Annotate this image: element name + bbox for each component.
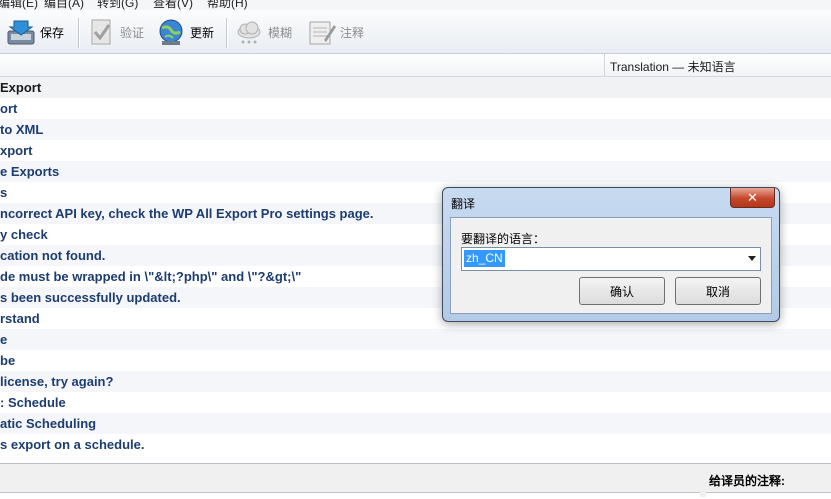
save-button[interactable]: 保存	[6, 16, 64, 48]
save-label: 保存	[40, 25, 65, 40]
translate-dialog: 翻译 ✕ 要翻译的语言： zh_CN 确认 取消	[442, 187, 780, 322]
fuzzy-button[interactable]: 模糊	[234, 16, 292, 48]
menu-bar: 编辑(E) 编目(A) 转到(G) 查看(V) 帮助(H)	[0, 0, 831, 10]
list-item[interactable]: xport	[0, 140, 831, 161]
menu-edit[interactable]: 编辑(E)	[0, 0, 38, 10]
notepad-icon	[309, 21, 336, 45]
chevron-down-icon[interactable]	[748, 256, 756, 261]
list-item[interactable]: atic Scheduling	[0, 413, 831, 434]
toolbar-separator	[226, 18, 227, 48]
dialog-title: 翻译	[451, 197, 476, 211]
menu-catalog[interactable]: 编目(A)	[44, 0, 84, 10]
validate-label: 验证	[120, 25, 145, 40]
bottom-pane: 给译员的注释:	[0, 463, 831, 499]
cloud-icon	[237, 21, 261, 44]
translation-column-header[interactable]: Translation — 未知语言	[610, 58, 736, 75]
toolbar: 保存 验证 更新 模糊 注释	[0, 10, 831, 54]
menu-goto[interactable]: 转到(G)	[97, 0, 138, 10]
update-button[interactable]: 更新	[156, 16, 214, 48]
close-icon: ✕	[747, 189, 758, 205]
language-combobox[interactable]: zh_CN	[461, 247, 761, 271]
dialog-body: 要翻译的语言： zh_CN 确认 取消	[450, 217, 772, 314]
comment-label: 注释	[340, 25, 365, 40]
list-section-header[interactable]: Export	[0, 77, 831, 98]
fuzzy-label: 模糊	[268, 25, 293, 40]
ok-button[interactable]: 确认	[579, 277, 665, 305]
language-value[interactable]: zh_CN	[464, 250, 505, 267]
list-item[interactable]: e	[0, 329, 831, 350]
update-label: 更新	[190, 25, 215, 40]
list-column-header: Translation — 未知语言	[0, 54, 831, 77]
list-item[interactable]: s export on a schedule.	[0, 434, 831, 455]
list-item[interactable]: to XML	[0, 119, 831, 140]
toolbar-separator	[78, 18, 79, 48]
column-divider[interactable]	[604, 54, 605, 76]
list-item[interactable]: ort	[0, 98, 831, 119]
list-item[interactable]: : Schedule	[0, 392, 831, 413]
list-item[interactable]: be	[0, 350, 831, 371]
list-item[interactable]: license, try again?	[0, 371, 831, 392]
cancel-button[interactable]: 取消	[675, 277, 761, 305]
save-icon	[7, 20, 35, 45]
list-item[interactable]: e Exports	[0, 161, 831, 182]
menu-view[interactable]: 查看(V)	[153, 0, 193, 10]
translator-notes-label: 给译员的注释:	[709, 474, 785, 488]
dialog-close-button[interactable]: ✕	[730, 188, 775, 208]
globe-update-icon	[159, 19, 183, 45]
comment-button[interactable]: 注释	[306, 16, 364, 48]
menu-help[interactable]: 帮助(H)	[207, 0, 248, 10]
validate-button[interactable]: 验证	[86, 16, 144, 48]
checkmark-document-icon	[91, 19, 111, 45]
language-prompt-label: 要翻译的语言：	[461, 232, 546, 246]
